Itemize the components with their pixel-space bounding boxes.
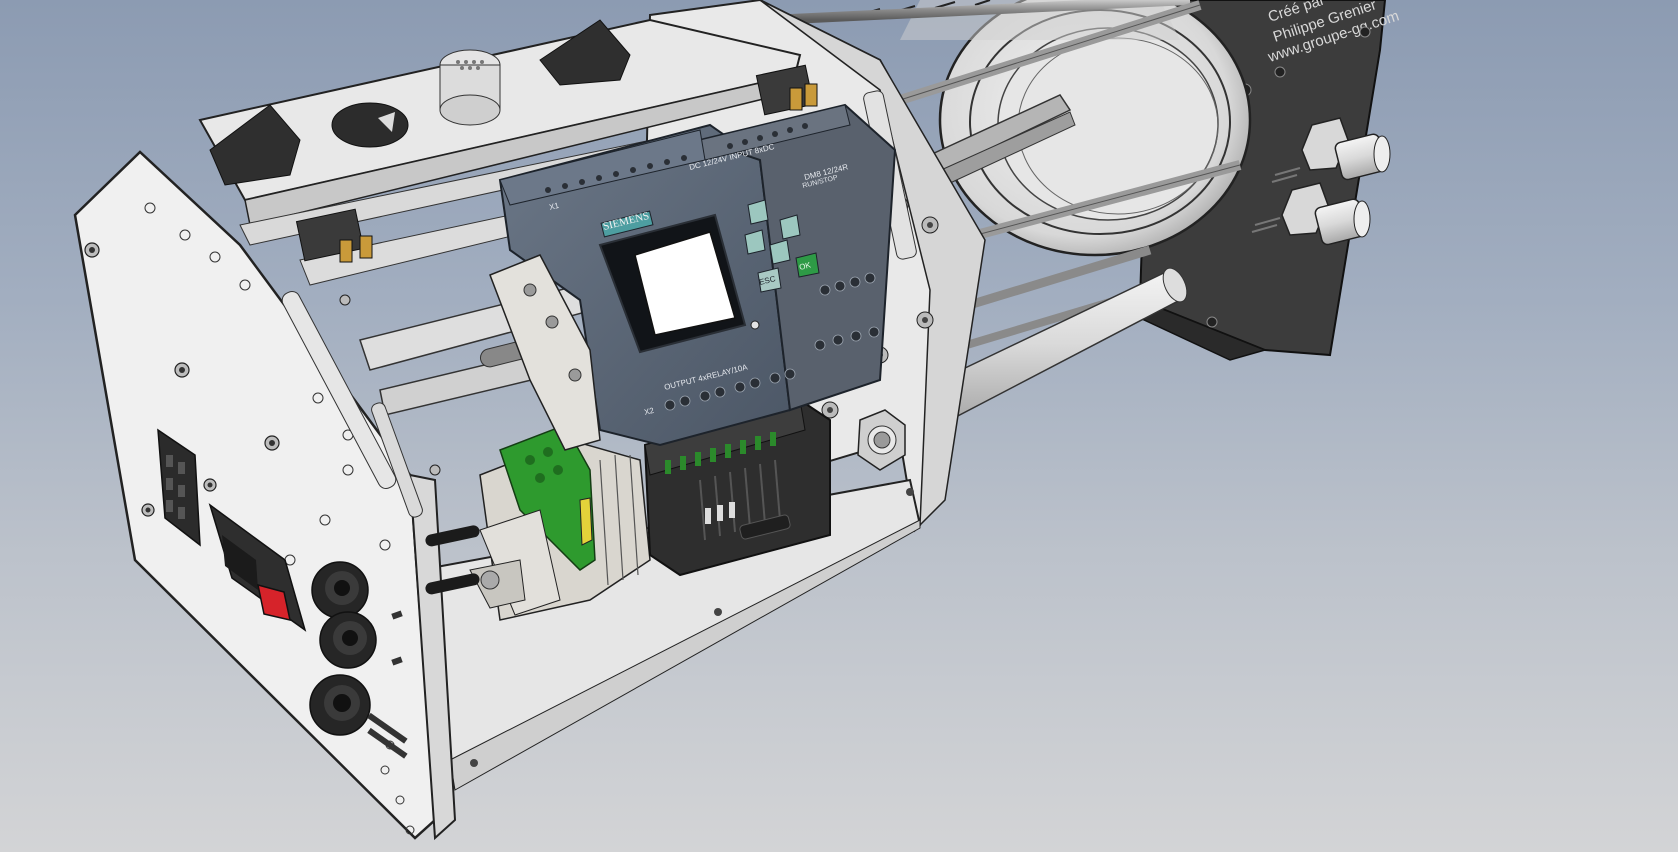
plc-key-up-icon[interactable] — [747, 199, 769, 225]
plc-key-right-icon[interactable] — [779, 214, 801, 240]
cable-gland-1 — [311, 561, 369, 619]
plc-key-left-icon[interactable] — [744, 229, 766, 255]
cad-render-viewport: Créé par Philippe Grenier www.groupe-gg.… — [0, 0, 1678, 852]
cable-gland-2 — [319, 611, 377, 669]
circular-connector — [309, 674, 371, 736]
assembly-render: Créé par Philippe Grenier www.groupe-gg.… — [73, 0, 1401, 841]
plc-key-down-icon[interactable] — [769, 239, 791, 265]
